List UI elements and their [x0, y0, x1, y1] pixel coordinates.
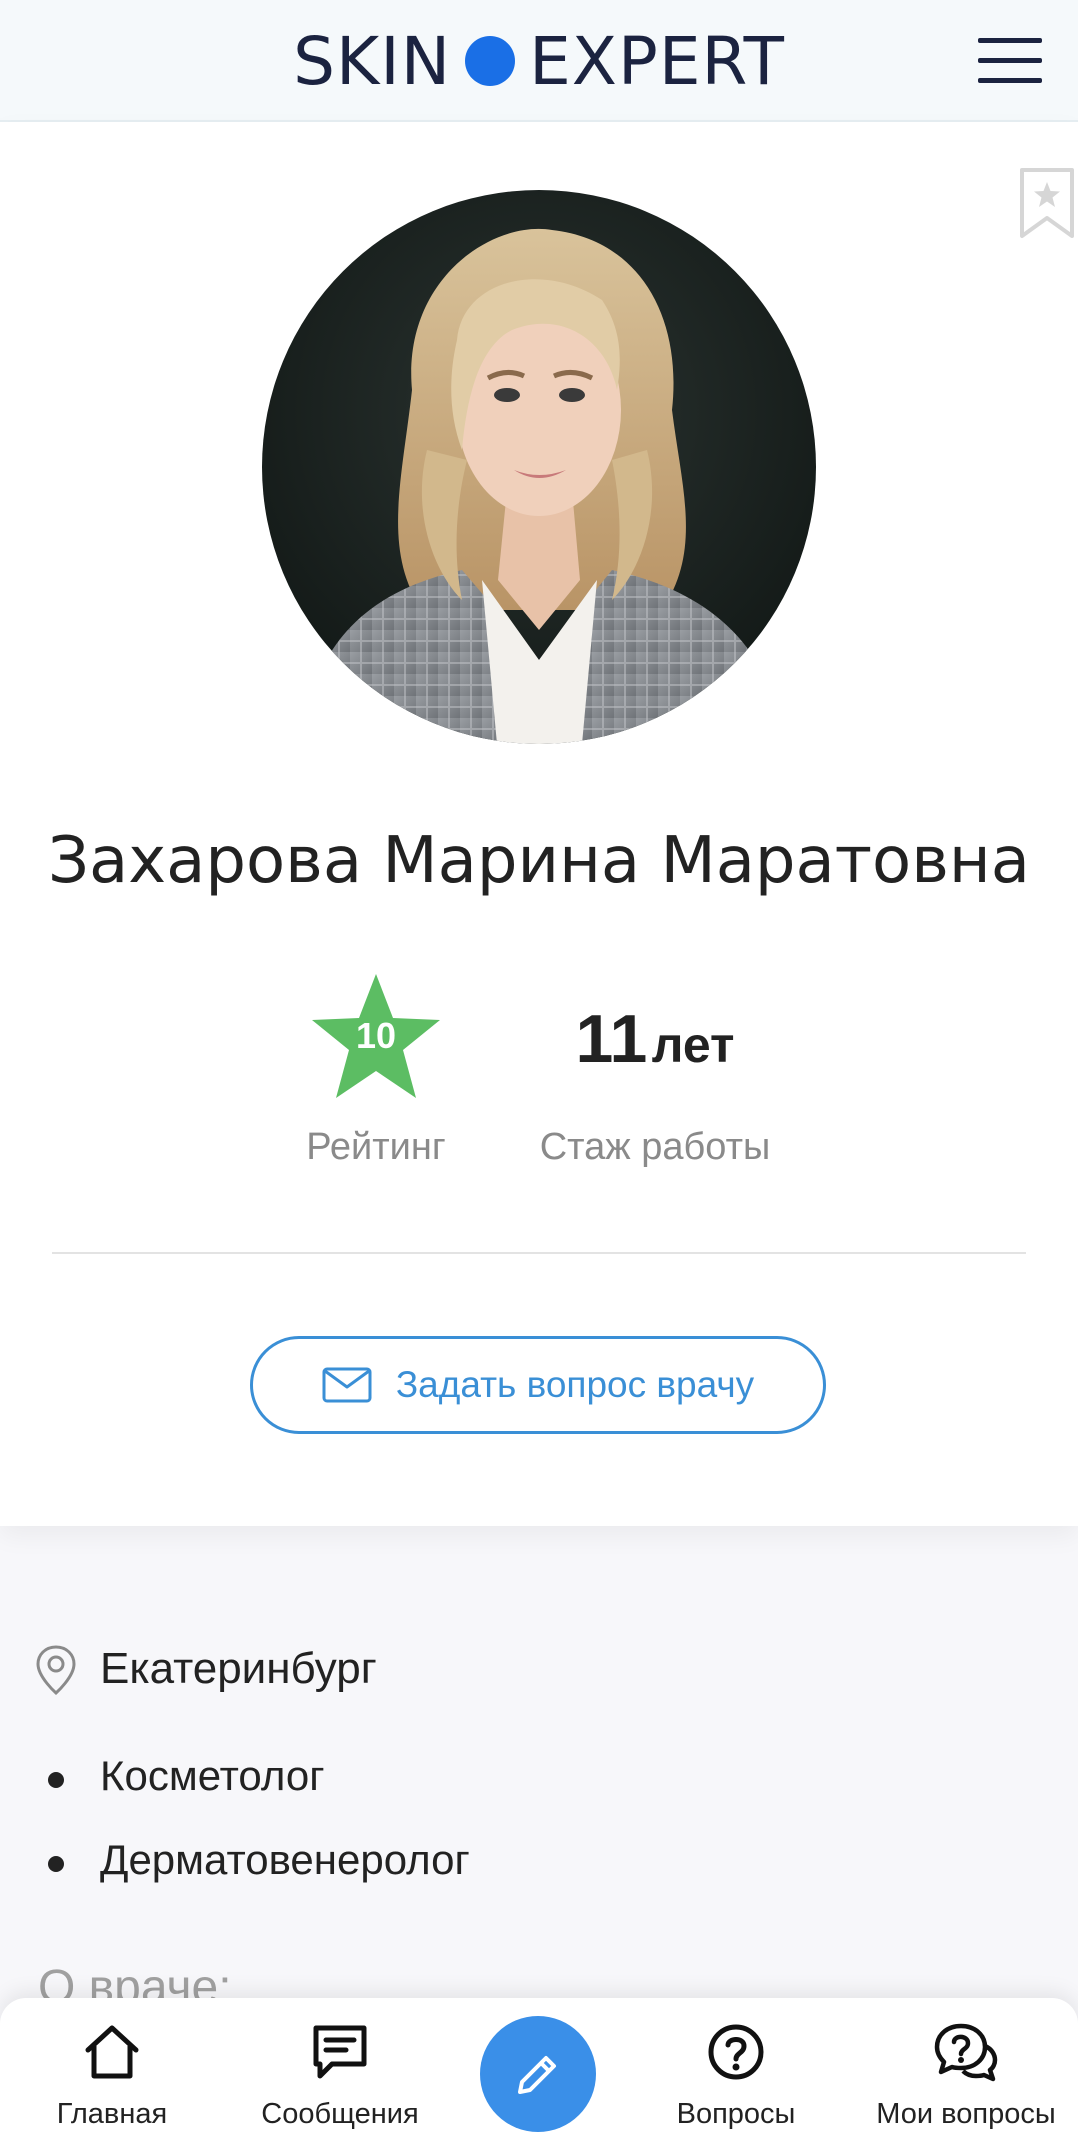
question-icon — [708, 2024, 764, 2080]
doctor-name: Захарова Марина Маратовна — [48, 824, 1030, 898]
envelope-icon — [322, 1367, 372, 1403]
logo-text-skin: SKIN — [293, 22, 452, 100]
divider — [52, 1252, 1026, 1254]
compose-question-button[interactable] — [480, 2016, 596, 2132]
bullet — [48, 1856, 64, 1872]
experience-number: 11 — [575, 1001, 648, 1077]
experience-value: 11 лет — [520, 1000, 790, 1078]
bottom-navigation: Главная Сообщения Вопросы Мои вопросы — [0, 1998, 1078, 2153]
skin-expert-logo[interactable]: SKIN EXPERT — [0, 0, 1078, 122]
rating-value: 10 — [355, 1015, 397, 1056]
logo-text-expert: EXPERT — [529, 22, 785, 100]
nav-item-home[interactable]: Главная — [22, 1998, 202, 2153]
hamburger-menu-icon[interactable] — [978, 38, 1042, 84]
experience-unit: лет — [651, 1017, 735, 1073]
ask-doctor-button[interactable]: Задать вопрос врачу — [250, 1336, 826, 1434]
pencil-icon — [518, 2056, 556, 2094]
nav-label: Сообщения — [261, 2098, 419, 2130]
nav-label: Вопросы — [676, 2098, 796, 2130]
bookmark-star-icon[interactable] — [1018, 166, 1076, 242]
app-header: SKIN EXPERT — [0, 0, 1078, 122]
nav-item-messages[interactable]: Сообщения — [250, 1998, 430, 2153]
logo-dot — [465, 36, 516, 86]
nav-label: Мои вопросы — [876, 2098, 1056, 2130]
ask-doctor-button-label: Задать вопрос врачу — [395, 1364, 755, 1405]
specialty-label: Косметолог — [100, 1752, 325, 1799]
city-name: Екатеринбург — [100, 1644, 377, 1693]
location-pin-icon — [36, 1645, 76, 1696]
home-icon — [85, 2025, 139, 2079]
bullet — [48, 1772, 64, 1788]
doctor-avatar — [262, 190, 816, 744]
experience-label: Стаж работы — [539, 1126, 771, 1168]
nav-item-questions[interactable]: Вопросы — [646, 1998, 826, 2153]
rating-label: Рейтинг — [306, 1126, 446, 1168]
doctor-profile-card: Захарова Марина Маратовна 10 Рейтинг 11 … — [0, 122, 1078, 1526]
nav-item-my-questions[interactable]: Мои вопросы — [866, 1998, 1066, 2153]
message-icon — [313, 2025, 367, 2079]
my-questions-icon — [934, 2023, 998, 2082]
nav-label: Главная — [56, 2098, 168, 2130]
specialty-label: Дерматовенеролог — [100, 1836, 470, 1883]
